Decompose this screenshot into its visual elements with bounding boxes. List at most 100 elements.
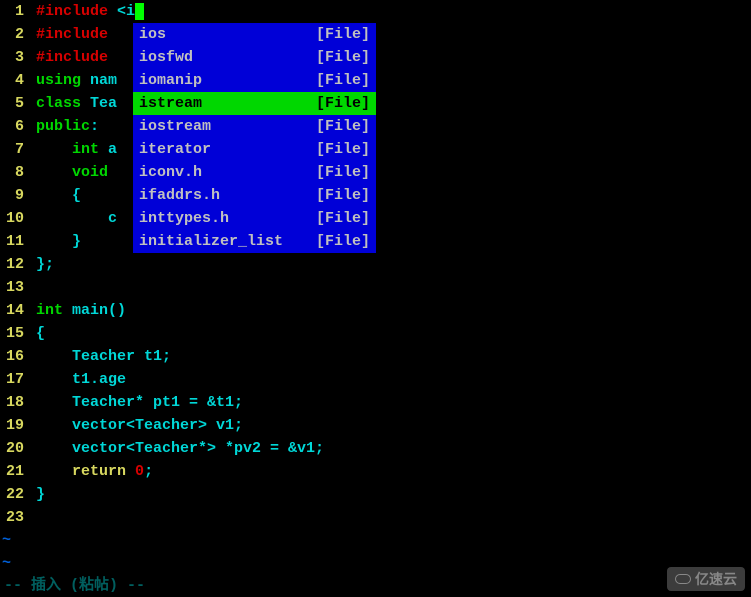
- code-content[interactable]: int main(): [28, 299, 126, 322]
- status-bar: -- 插入 (粘帖) --: [0, 574, 751, 597]
- line-number: 17: [0, 368, 28, 391]
- code-line[interactable]: 23: [0, 506, 751, 529]
- cloud-icon: [675, 574, 691, 584]
- token-preproc: #include: [36, 3, 117, 20]
- token-plain: [36, 394, 72, 411]
- line-number: 10: [0, 207, 28, 230]
- code-content[interactable]: Teacher* pt1 = &t1;: [28, 391, 243, 414]
- line-number: 1: [0, 0, 28, 23]
- code-editor[interactable]: 1#include <i 2#include 3#include 4using …: [0, 0, 751, 597]
- completion-name: iomanip: [139, 69, 316, 92]
- token-keyword: class: [36, 95, 90, 112]
- autocomplete-item[interactable]: iosfwd[File]: [133, 46, 376, 69]
- completion-kind: [File]: [316, 23, 370, 46]
- completion-name: initializer_list: [139, 230, 316, 253]
- code-content[interactable]: Teacher t1;: [28, 345, 171, 368]
- code-content[interactable]: {: [28, 184, 81, 207]
- completion-kind: [File]: [316, 184, 370, 207]
- line-number: 2: [0, 23, 28, 46]
- token-identifier: Teacher* pt1 = &t1;: [72, 394, 243, 411]
- token-plain: (): [108, 302, 126, 319]
- token-plain: [126, 463, 135, 480]
- token-identifier: nam: [90, 72, 117, 89]
- line-number: 22: [0, 483, 28, 506]
- autocomplete-item[interactable]: istream[File]: [133, 92, 376, 115]
- line-number: 11: [0, 230, 28, 253]
- code-line[interactable]: 19 vector<Teacher> v1;: [0, 414, 751, 437]
- code-content[interactable]: void: [28, 161, 108, 184]
- code-content[interactable]: #include: [28, 46, 117, 69]
- code-content[interactable]: vector<Teacher*> *pv2 = &v1;: [28, 437, 324, 460]
- token-type: int: [36, 302, 63, 319]
- code-content[interactable]: #include: [28, 23, 117, 46]
- code-line[interactable]: 17 t1.age: [0, 368, 751, 391]
- token-number: 0: [135, 463, 144, 480]
- code-line[interactable]: 22}: [0, 483, 751, 506]
- line-number: 13: [0, 276, 28, 299]
- code-content[interactable]: #include <i: [28, 0, 144, 23]
- code-content[interactable]: vector<Teacher> v1;: [28, 414, 243, 437]
- autocomplete-item[interactable]: iconv.h[File]: [133, 161, 376, 184]
- code-content[interactable]: }: [28, 483, 45, 506]
- token-type: int: [72, 141, 99, 158]
- line-number: 15: [0, 322, 28, 345]
- code-content[interactable]: public:: [28, 115, 99, 138]
- line-number: 5: [0, 92, 28, 115]
- code-line[interactable]: 12};: [0, 253, 751, 276]
- mode-indicator: -- 插入 (粘帖) --: [4, 577, 145, 594]
- autocomplete-item[interactable]: initializer_list[File]: [133, 230, 376, 253]
- code-content[interactable]: [28, 506, 36, 529]
- code-content[interactable]: using nam: [28, 69, 117, 92]
- code-line[interactable]: 13: [0, 276, 751, 299]
- token-type: void: [72, 164, 108, 181]
- code-content[interactable]: int a: [28, 138, 117, 161]
- completion-name: iosfwd: [139, 46, 316, 69]
- token-identifier: vector<Teacher> v1;: [72, 417, 243, 434]
- completion-name: iconv.h: [139, 161, 316, 184]
- autocomplete-item[interactable]: ios[File]: [133, 23, 376, 46]
- token-plain: {: [36, 325, 45, 342]
- code-line[interactable]: 20 vector<Teacher*> *pv2 = &v1;: [0, 437, 751, 460]
- autocomplete-item[interactable]: ifaddrs.h[File]: [133, 184, 376, 207]
- token-return: return: [72, 463, 126, 480]
- code-content[interactable]: {: [28, 322, 45, 345]
- code-content[interactable]: };: [28, 253, 54, 276]
- token-keyword: public: [36, 118, 90, 135]
- line-number: 9: [0, 184, 28, 207]
- code-line[interactable]: 14int main(): [0, 299, 751, 322]
- token-identifier: Tea: [90, 95, 117, 112]
- code-line[interactable]: 15 {: [0, 322, 751, 345]
- line-number: 4: [0, 69, 28, 92]
- token-identifier: t1.age: [72, 371, 126, 388]
- token-plain: };: [36, 256, 54, 273]
- autocomplete-item[interactable]: inttypes.h[File]: [133, 207, 376, 230]
- completion-kind: [File]: [316, 69, 370, 92]
- completion-name: istream: [139, 92, 316, 115]
- autocomplete-item[interactable]: iomanip[File]: [133, 69, 376, 92]
- autocomplete-item[interactable]: iostream[File]: [133, 115, 376, 138]
- empty-line-tilde: ~: [0, 529, 751, 552]
- token-plain: [63, 302, 72, 319]
- completion-kind: [File]: [316, 138, 370, 161]
- code-content[interactable]: [28, 276, 36, 299]
- empty-line-tilde: ~: [0, 552, 751, 575]
- line-number: 3: [0, 46, 28, 69]
- code-content[interactable]: t1.age: [28, 368, 126, 391]
- code-line[interactable]: 18 Teacher* pt1 = &t1;: [0, 391, 751, 414]
- code-content[interactable]: class Tea: [28, 92, 117, 115]
- code-content[interactable]: }: [28, 230, 81, 253]
- token-cursor: [135, 3, 144, 20]
- completion-name: inttypes.h: [139, 207, 316, 230]
- code-content[interactable]: return 0;: [28, 460, 153, 483]
- token-plain: [36, 141, 72, 158]
- autocomplete-popup[interactable]: ios[File]iosfwd[File]iomanip[File]istrea…: [133, 23, 376, 253]
- watermark-text: 亿速云: [695, 569, 737, 589]
- line-number: 7: [0, 138, 28, 161]
- code-line[interactable]: 21 return 0;: [0, 460, 751, 483]
- code-line[interactable]: 1#include <i: [0, 0, 751, 23]
- token-plain: [99, 141, 108, 158]
- code-line[interactable]: 16 Teacher t1;: [0, 345, 751, 368]
- line-number: 21: [0, 460, 28, 483]
- token-plain: {: [36, 187, 81, 204]
- autocomplete-item[interactable]: iterator[File]: [133, 138, 376, 161]
